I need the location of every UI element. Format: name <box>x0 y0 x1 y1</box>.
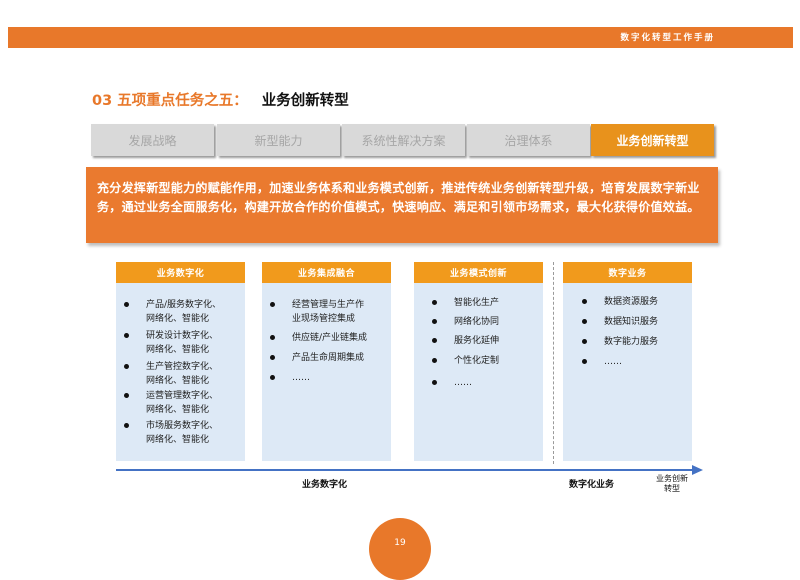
arrow-right-icon <box>692 465 703 475</box>
tab-development-strategy[interactable]: 发展战略 <box>91 124 214 156</box>
axis-label-right: 数字化业务 <box>569 480 615 490</box>
header-bar: 数字化转型工作手册 <box>8 27 793 48</box>
bullet-icon <box>432 338 437 343</box>
task-tabs: 发展战略 新型能力 系统性解决方案 治理体系 业务创新转型 <box>91 124 715 156</box>
column-business-integration: 业务集成融合 经营管理与生产作 业现场管控集成 供应链/产业链集成 产品生命周期集… <box>262 262 391 461</box>
list-item: 产品/服务数字化、 网络化、智能化 <box>124 298 221 326</box>
list-item: 服务化延伸 <box>432 334 499 348</box>
bullet-icon <box>432 358 437 363</box>
bullet-icon <box>270 355 275 360</box>
list-item: 网络化协同 <box>432 315 499 329</box>
column-title: 业务数字化 <box>116 262 245 283</box>
list-item: 产品生命周期集成 <box>270 351 364 365</box>
tab-governance-system[interactable]: 治理体系 <box>467 124 590 156</box>
list-item: …… <box>582 355 622 369</box>
tab-system-solution[interactable]: 系统性解决方案 <box>342 124 465 156</box>
bullet-icon <box>582 299 587 304</box>
list-item: 个性化定制 <box>432 354 499 368</box>
list-item: 市场服务数字化、 网络化、智能化 <box>124 419 218 447</box>
list-item: 经营管理与生产作 业现场管控集成 <box>270 298 364 326</box>
list-item: 供应链/产业链集成 <box>270 331 367 345</box>
list-item: …… <box>270 371 310 385</box>
section-subtitle: 业务创新转型 <box>261 93 349 109</box>
summary-banner: 充分发挥新型能力的赋能作用，加速业务体系和业务模式创新，推进传统业务创新转型升级… <box>86 167 718 243</box>
list-item: 研发设计数字化、 网络化、智能化 <box>124 329 218 357</box>
section-heading: 03 五项重点任务之五： 业务创新转型 <box>92 89 349 110</box>
section-divider <box>553 262 554 464</box>
list-item: 生产管控数字化、 网络化、智能化 <box>124 360 218 388</box>
bullet-icon <box>124 302 129 307</box>
bullet-icon <box>582 359 587 364</box>
axis-label-left: 业务数字化 <box>302 480 348 490</box>
list-item: 数据资源服务 <box>582 295 658 309</box>
bullet-icon <box>270 335 275 340</box>
bullet-icon <box>582 319 587 324</box>
bullet-icon <box>270 375 275 380</box>
tab-business-innovation[interactable]: 业务创新转型 <box>591 124 714 156</box>
list-item: …… <box>432 376 472 390</box>
column-title: 业务集成融合 <box>262 262 391 283</box>
bullet-icon <box>124 333 129 338</box>
page-number: 19 <box>394 538 406 548</box>
bullet-icon <box>582 339 587 344</box>
list-item: 智能化生产 <box>432 296 499 310</box>
bullet-icon <box>124 364 129 369</box>
column-business-model-innovation: 业务模式创新 智能化生产 网络化协同 服务化延伸 个性化定制 …… <box>414 262 543 461</box>
list-item: 数字能力服务 <box>582 335 658 349</box>
bullet-icon <box>432 319 437 324</box>
bullet-icon <box>432 300 437 305</box>
document-title: 数字化转型工作手册 <box>620 33 715 43</box>
column-title: 数字业务 <box>563 262 692 283</box>
column-business-digitization: 业务数字化 产品/服务数字化、 网络化、智能化 研发设计数字化、 网络化、智能化 生… <box>116 262 245 461</box>
axis-end-label: 业务创新 转型 <box>656 474 688 493</box>
list-item: 数据知识服务 <box>582 315 658 329</box>
column-title: 业务模式创新 <box>414 262 543 283</box>
bullet-icon <box>432 380 437 385</box>
tab-new-capability[interactable]: 新型能力 <box>217 124 340 156</box>
bullet-icon <box>124 393 129 398</box>
list-item: 运营管理数字化、 网络化、智能化 <box>124 389 218 417</box>
bullet-icon <box>124 423 129 428</box>
page-number-badge <box>369 518 431 580</box>
summary-text: 充分发挥新型能力的赋能作用，加速业务体系和业务模式创新，推进传统业务创新转型升级… <box>97 181 700 214</box>
bullet-icon <box>270 302 275 307</box>
section-number: 03 五项重点任务之五： <box>92 93 248 109</box>
column-digital-business: 数字业务 数据资源服务 数据知识服务 数字能力服务 …… <box>563 262 692 461</box>
progress-axis-line <box>116 469 694 471</box>
